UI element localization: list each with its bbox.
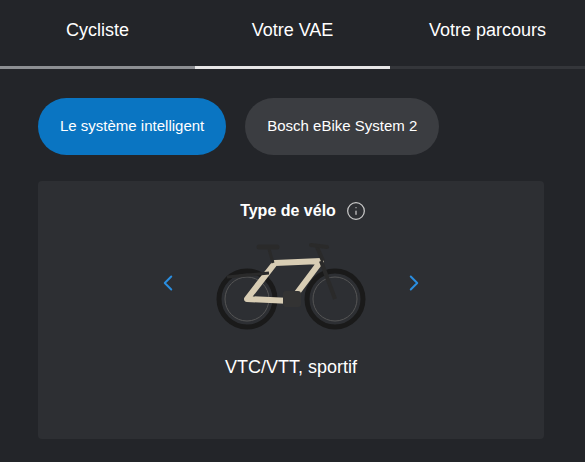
tab-bar: CyclisteVotre VAEVotre parcours [0,0,585,69]
bike-type-value: VTC/VTT, sportif [225,355,357,379]
info-icon[interactable] [346,201,366,221]
bike-carousel [155,233,427,333]
system-button[interactable]: Le système intelligent [38,98,226,155]
previous-arrow-icon[interactable] [155,270,181,296]
system-selector: Le système intelligent Bosch eBike System… [0,98,585,155]
card-title: Type de vélo [240,201,336,221]
system-button[interactable]: Bosch eBike System 2 [245,98,439,155]
card-header: Type de vélo [240,201,366,221]
bike-image [213,233,369,333]
next-arrow-icon[interactable] [401,270,427,296]
tab[interactable]: Cycliste [0,0,195,69]
ebike-configurator: CyclisteVotre VAEVotre parcours Le systèm… [0,0,585,462]
tab[interactable]: Votre VAE [195,0,390,69]
tab[interactable]: Votre parcours [390,0,585,69]
bike-type-card: Type de vélo VTC/VTT, sportif [38,181,544,439]
